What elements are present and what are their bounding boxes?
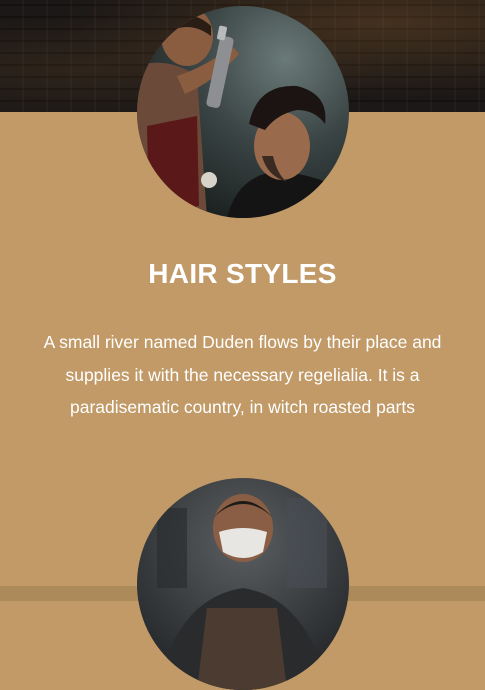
service-title: HAIR STYLES [148,258,337,289]
barber-styling-hair-photo [137,6,349,218]
service-description: A small river named Duden flows by their… [43,332,442,417]
barber-with-mask-photo [137,478,349,690]
